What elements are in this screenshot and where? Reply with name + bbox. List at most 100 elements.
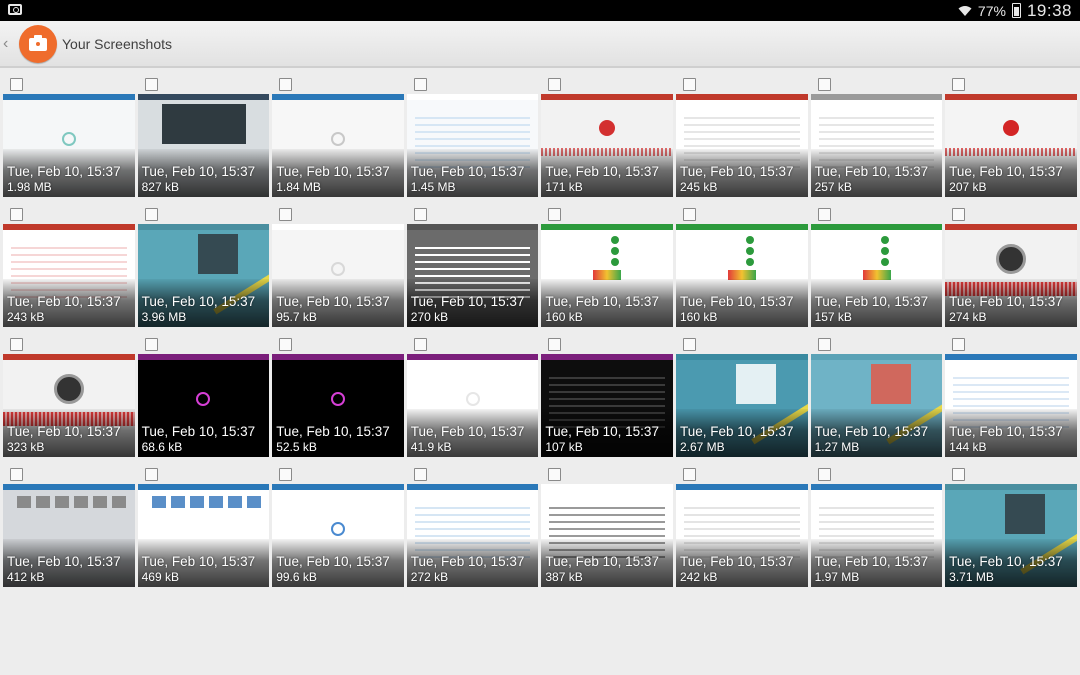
screenshot-tile[interactable]: Tue, Feb 10, 15:37 41.9 kB	[406, 337, 539, 467]
screenshot-size: 323 kB	[7, 440, 45, 454]
select-checkbox[interactable]	[144, 78, 158, 91]
screenshot-thumbnail[interactable]: Tue, Feb 10, 15:37 1.97 MB	[810, 484, 943, 587]
screenshot-thumbnail[interactable]: Tue, Feb 10, 15:37 387 kB	[541, 484, 673, 587]
select-checkbox[interactable]	[413, 338, 427, 351]
screenshot-tile[interactable]: Tue, Feb 10, 15:37 160 kB	[675, 207, 808, 337]
select-checkbox[interactable]	[682, 208, 696, 221]
select-checkbox[interactable]	[682, 338, 696, 351]
screenshot-tile[interactable]: Tue, Feb 10, 15:37 68.6 kB	[137, 337, 270, 467]
back-chevron-icon[interactable]: ‹	[3, 35, 19, 53]
screenshot-tile[interactable]: Tue, Feb 10, 15:37 243 kB	[3, 207, 135, 337]
select-checkbox[interactable]	[817, 468, 831, 481]
screenshot-date: Tue, Feb 10, 15:37	[679, 164, 794, 179]
select-checkbox[interactable]	[817, 338, 831, 351]
screenshot-thumbnail[interactable]: Tue, Feb 10, 15:37 469 kB	[137, 484, 270, 587]
screenshot-thumbnail[interactable]: Tue, Feb 10, 15:37 245 kB	[675, 94, 808, 197]
screenshot-tile[interactable]: Tue, Feb 10, 15:37 157 kB	[810, 207, 943, 337]
select-checkbox[interactable]	[952, 78, 966, 91]
screenshot-thumbnail[interactable]: Tue, Feb 10, 15:37 272 kB	[406, 484, 539, 587]
screenshot-tile[interactable]: Tue, Feb 10, 15:37 3.96 MB	[137, 207, 270, 337]
screenshot-tile[interactable]: Tue, Feb 10, 15:37 387 kB	[541, 467, 673, 597]
select-checkbox[interactable]	[952, 468, 966, 481]
screenshot-thumbnail[interactable]: Tue, Feb 10, 15:37 160 kB	[541, 224, 673, 327]
screenshot-tile[interactable]: Tue, Feb 10, 15:37 1.97 MB	[810, 467, 943, 597]
select-checkbox[interactable]	[413, 468, 427, 481]
screenshot-thumbnail[interactable]: Tue, Feb 10, 15:37 827 kB	[137, 94, 270, 197]
screenshot-tile[interactable]: Tue, Feb 10, 15:37 270 kB	[406, 207, 539, 337]
screenshot-tile[interactable]: Tue, Feb 10, 15:37 1.98 MB	[3, 77, 135, 207]
screenshot-thumbnail[interactable]: Tue, Feb 10, 15:37 270 kB	[406, 224, 539, 327]
screenshot-thumbnail[interactable]: Tue, Feb 10, 15:37 95.7 kB	[272, 224, 404, 327]
select-checkbox[interactable]	[548, 208, 562, 221]
screenshot-tile[interactable]: Tue, Feb 10, 15:37 95.7 kB	[272, 207, 404, 337]
screenshot-tile[interactable]: Tue, Feb 10, 15:37 1.45 MB	[406, 77, 539, 207]
screenshot-thumbnail[interactable]: Tue, Feb 10, 15:37 3.71 MB	[945, 484, 1077, 587]
screenshot-thumbnail[interactable]: Tue, Feb 10, 15:37 68.6 kB	[137, 354, 270, 457]
screenshot-tile[interactable]: Tue, Feb 10, 15:37 272 kB	[406, 467, 539, 597]
screenshot-tile[interactable]: Tue, Feb 10, 15:37 257 kB	[810, 77, 943, 207]
select-checkbox[interactable]	[279, 208, 293, 221]
select-checkbox[interactable]	[952, 338, 966, 351]
select-checkbox[interactable]	[279, 468, 293, 481]
screenshot-tile[interactable]: Tue, Feb 10, 15:37 144 kB	[945, 337, 1077, 467]
screenshot-tile[interactable]: Tue, Feb 10, 15:37 469 kB	[137, 467, 270, 597]
screenshot-thumbnail[interactable]: Tue, Feb 10, 15:37 274 kB	[945, 224, 1077, 327]
screenshot-thumbnail[interactable]: Tue, Feb 10, 15:37 412 kB	[3, 484, 135, 587]
select-checkbox[interactable]	[10, 468, 23, 481]
screenshot-thumbnail[interactable]: Tue, Feb 10, 15:37 257 kB	[810, 94, 943, 197]
screenshot-tile[interactable]: Tue, Feb 10, 15:37 107 kB	[541, 337, 673, 467]
screenshot-thumbnail[interactable]: Tue, Feb 10, 15:37 1.84 MB	[272, 94, 404, 197]
screenshot-tile[interactable]: Tue, Feb 10, 15:37 99.6 kB	[272, 467, 404, 597]
screenshot-thumbnail[interactable]: Tue, Feb 10, 15:37 41.9 kB	[406, 354, 539, 457]
screenshot-thumbnail[interactable]: Tue, Feb 10, 15:37 171 kB	[541, 94, 673, 197]
screenshot-tile[interactable]: Tue, Feb 10, 15:37 171 kB	[541, 77, 673, 207]
screenshot-tile[interactable]: Tue, Feb 10, 15:37 245 kB	[675, 77, 808, 207]
screenshot-thumbnail[interactable]: Tue, Feb 10, 15:37 52.5 kB	[272, 354, 404, 457]
screenshot-thumbnail[interactable]: Tue, Feb 10, 15:37 243 kB	[3, 224, 135, 327]
select-checkbox[interactable]	[10, 208, 23, 221]
screenshot-thumbnail[interactable]: Tue, Feb 10, 15:37 157 kB	[810, 224, 943, 327]
screenshots-app-icon[interactable]	[19, 24, 57, 63]
select-checkbox[interactable]	[817, 78, 831, 91]
screenshot-tile[interactable]: Tue, Feb 10, 15:37 160 kB	[541, 207, 673, 337]
select-checkbox[interactable]	[279, 78, 293, 91]
select-checkbox[interactable]	[10, 338, 23, 351]
screenshot-thumbnail[interactable]: Tue, Feb 10, 15:37 323 kB	[3, 354, 135, 457]
screenshot-thumbnail[interactable]: Tue, Feb 10, 15:37 2.67 MB	[675, 354, 808, 457]
screenshot-thumbnail[interactable]: Tue, Feb 10, 15:37 99.6 kB	[272, 484, 404, 587]
select-checkbox[interactable]	[10, 78, 23, 91]
select-checkbox[interactable]	[413, 208, 427, 221]
select-checkbox[interactable]	[952, 208, 966, 221]
screenshot-thumbnail[interactable]: Tue, Feb 10, 15:37 160 kB	[675, 224, 808, 327]
screenshot-tile[interactable]: Tue, Feb 10, 15:37 412 kB	[3, 467, 135, 597]
screenshot-tile[interactable]: Tue, Feb 10, 15:37 3.71 MB	[945, 467, 1077, 597]
select-checkbox[interactable]	[144, 338, 158, 351]
select-checkbox[interactable]	[144, 468, 158, 481]
screenshot-tile[interactable]: Tue, Feb 10, 15:37 2.67 MB	[675, 337, 808, 467]
screenshot-thumbnail[interactable]: Tue, Feb 10, 15:37 144 kB	[945, 354, 1077, 457]
select-checkbox[interactable]	[413, 78, 427, 91]
screenshot-thumbnail[interactable]: Tue, Feb 10, 15:37 207 kB	[945, 94, 1077, 197]
select-checkbox[interactable]	[682, 468, 696, 481]
screenshot-thumbnail[interactable]: Tue, Feb 10, 15:37 107 kB	[541, 354, 673, 457]
select-checkbox[interactable]	[548, 78, 562, 91]
select-checkbox[interactable]	[548, 468, 562, 481]
select-checkbox[interactable]	[682, 78, 696, 91]
screenshot-tile[interactable]: Tue, Feb 10, 15:37 274 kB	[945, 207, 1077, 337]
screenshot-tile[interactable]: Tue, Feb 10, 15:37 1.84 MB	[272, 77, 404, 207]
select-checkbox[interactable]	[279, 338, 293, 351]
select-checkbox[interactable]	[144, 208, 158, 221]
screenshot-thumbnail[interactable]: Tue, Feb 10, 15:37 1.98 MB	[3, 94, 135, 197]
screenshot-tile[interactable]: Tue, Feb 10, 15:37 323 kB	[3, 337, 135, 467]
screenshot-tile[interactable]: Tue, Feb 10, 15:37 207 kB	[945, 77, 1077, 207]
screenshot-thumbnail[interactable]: Tue, Feb 10, 15:37 1.45 MB	[406, 94, 539, 197]
screenshot-thumbnail[interactable]: Tue, Feb 10, 15:37 1.27 MB	[810, 354, 943, 457]
screenshot-thumbnail[interactable]: Tue, Feb 10, 15:37 242 kB	[675, 484, 808, 587]
select-checkbox[interactable]	[817, 208, 831, 221]
screenshot-tile[interactable]: Tue, Feb 10, 15:37 827 kB	[137, 77, 270, 207]
screenshot-thumbnail[interactable]: Tue, Feb 10, 15:37 3.96 MB	[137, 224, 270, 327]
screenshot-tile[interactable]: Tue, Feb 10, 15:37 1.27 MB	[810, 337, 943, 467]
screenshot-tile[interactable]: Tue, Feb 10, 15:37 242 kB	[675, 467, 808, 597]
select-checkbox[interactable]	[548, 338, 562, 351]
screenshot-tile[interactable]: Tue, Feb 10, 15:37 52.5 kB	[272, 337, 404, 467]
